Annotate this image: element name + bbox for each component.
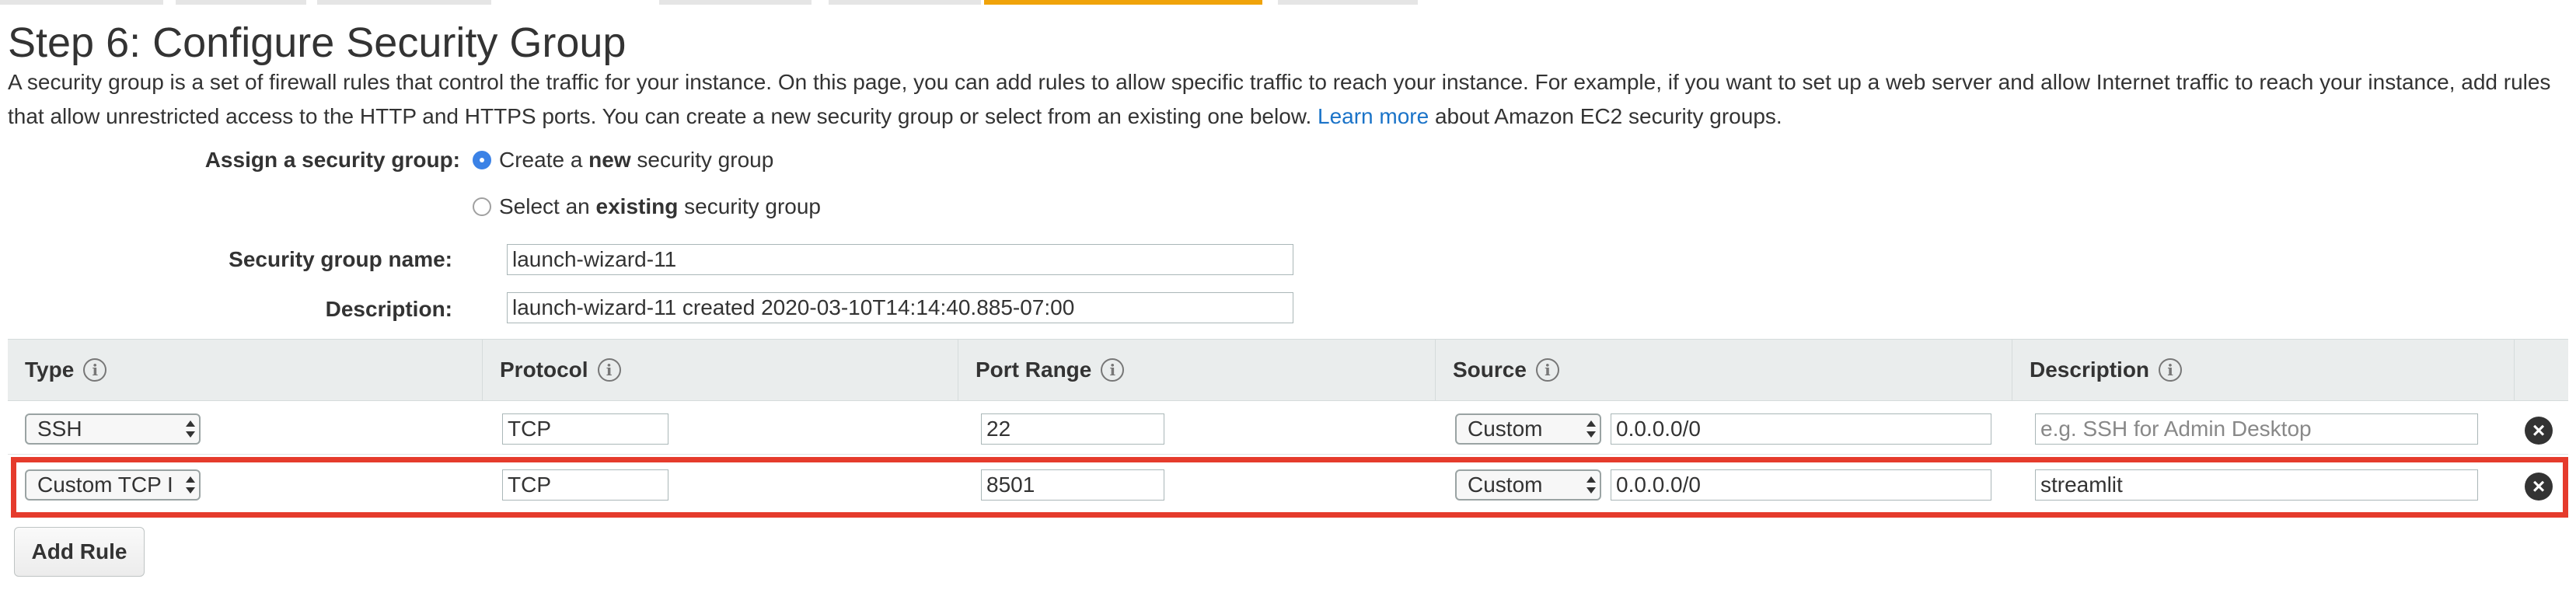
rules-table-header: Type i Protocol i Port Range i Source i … bbox=[8, 339, 2568, 401]
intro-suffix-text: about Amazon EC2 security groups. bbox=[1434, 104, 1782, 128]
radio-select-existing-label: Select an existing security group bbox=[499, 194, 821, 218]
remove-rule-icon[interactable]: × bbox=[2525, 417, 2553, 445]
security-group-name-label: Security group name: bbox=[229, 247, 452, 271]
rule-type-select[interactable]: SSH bbox=[25, 413, 201, 445]
configure-security-group-page: Step 6: Configure Security Group A secur… bbox=[0, 0, 2576, 600]
column-header-actions bbox=[2514, 340, 2568, 400]
rule-source-cidr-input[interactable] bbox=[1611, 413, 1991, 445]
select-arrows-icon bbox=[185, 473, 196, 497]
wizard-step-tab[interactable] bbox=[1278, 0, 1418, 5]
select-arrows-icon bbox=[1586, 417, 1597, 441]
select-arrows-icon bbox=[1586, 473, 1597, 497]
radio-selected-icon[interactable] bbox=[473, 151, 491, 169]
column-header-port-range: Port Range i bbox=[958, 340, 1435, 400]
assign-security-group-label: Assign a security group: bbox=[204, 148, 460, 172]
security-group-description-label: Description: bbox=[325, 297, 452, 321]
column-header-protocol: Protocol i bbox=[482, 340, 958, 400]
info-icon[interactable]: i bbox=[1101, 358, 1125, 382]
rule-source-select[interactable]: Custom bbox=[1455, 469, 1601, 501]
rule-port-range-input[interactable] bbox=[981, 413, 1164, 445]
rule-description-input[interactable] bbox=[2035, 469, 2478, 501]
rule-source-select[interactable]: Custom bbox=[1455, 413, 1601, 445]
wizard-step-tab[interactable] bbox=[317, 0, 491, 5]
info-icon[interactable]: i bbox=[597, 358, 621, 382]
wizard-step-tab[interactable] bbox=[176, 0, 306, 5]
info-icon[interactable]: i bbox=[2159, 358, 2183, 382]
info-icon[interactable]: i bbox=[1535, 358, 1559, 382]
radio-create-new-label: Create a new security group bbox=[499, 148, 774, 172]
intro-text: A security group is a set of firewall ru… bbox=[8, 70, 2551, 128]
wizard-step-tab[interactable] bbox=[659, 0, 812, 5]
page-title: Step 6: Configure Security Group bbox=[8, 19, 627, 66]
column-header-source: Source i bbox=[1435, 340, 2012, 400]
column-header-description: Description i bbox=[2012, 340, 2514, 400]
rule-port-range-input[interactable] bbox=[981, 469, 1164, 501]
rule-protocol-input[interactable] bbox=[502, 413, 668, 445]
intro-paragraph: A security group is a set of firewall ru… bbox=[8, 65, 2565, 134]
rule-description-input[interactable] bbox=[2035, 413, 2478, 445]
rule-type-select[interactable]: Custom TCP I bbox=[25, 469, 201, 501]
add-rule-button[interactable]: Add Rule bbox=[14, 527, 145, 577]
radio-unselected-icon[interactable] bbox=[473, 197, 491, 216]
column-header-type: Type i bbox=[8, 340, 482, 400]
wizard-step-tab-active[interactable] bbox=[984, 0, 1262, 5]
radio-select-existing-group[interactable]: Select an existing security group bbox=[473, 194, 821, 219]
wizard-step-tab[interactable] bbox=[829, 0, 981, 5]
rule-source-cidr-input[interactable] bbox=[1611, 469, 1991, 501]
rule-protocol-input[interactable] bbox=[502, 469, 668, 501]
radio-create-new-group[interactable]: Create a new security group bbox=[473, 148, 773, 173]
select-arrows-icon bbox=[185, 417, 196, 441]
security-group-description-input[interactable] bbox=[507, 292, 1293, 323]
row-divider bbox=[8, 454, 2568, 455]
remove-rule-icon[interactable]: × bbox=[2525, 473, 2553, 501]
learn-more-link[interactable]: Learn more bbox=[1318, 104, 1429, 128]
security-group-name-input[interactable] bbox=[507, 244, 1293, 275]
info-icon[interactable]: i bbox=[83, 358, 107, 382]
wizard-step-tab[interactable] bbox=[0, 0, 163, 5]
